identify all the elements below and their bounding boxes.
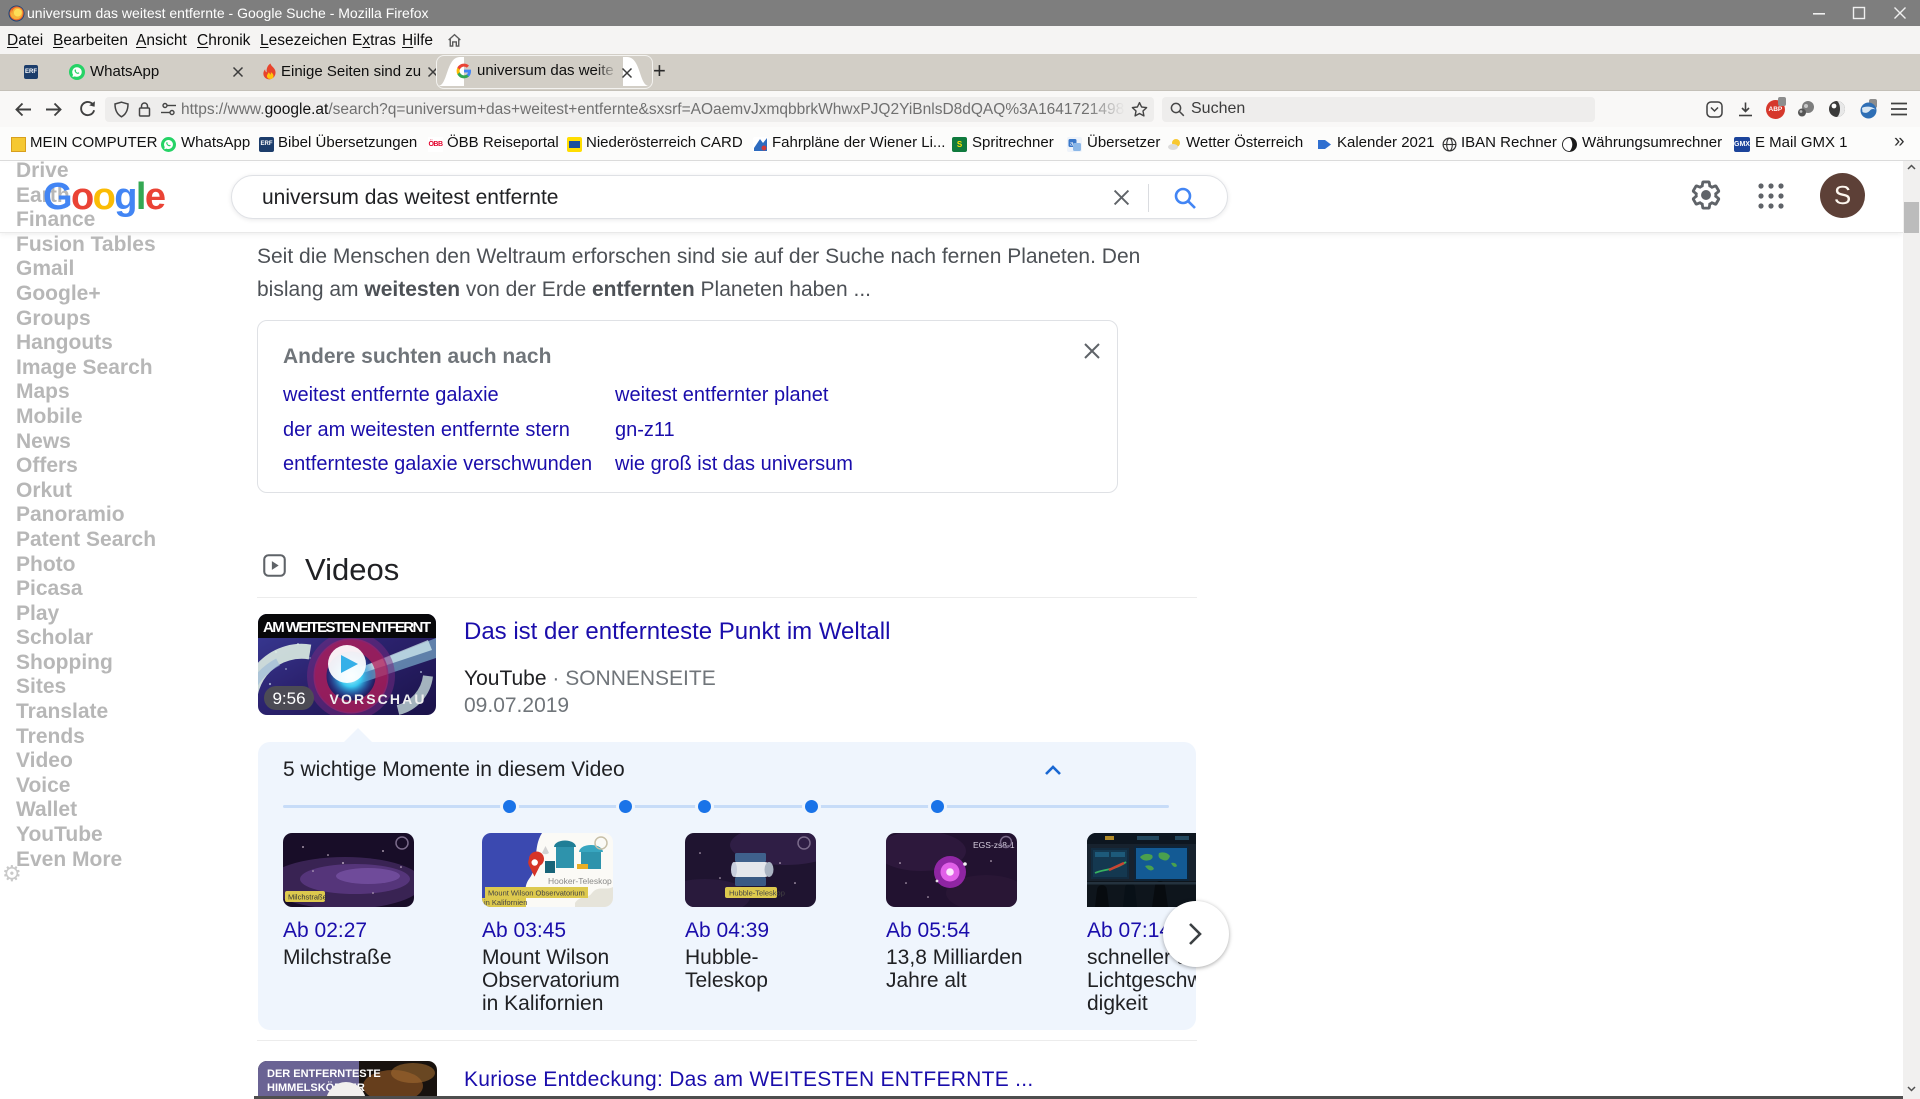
svg-text:in Kalifornien: in Kalifornien xyxy=(484,898,527,907)
svg-text:AM WEITESTEN ENTFERNT: AM WEITESTEN ENTFERNT xyxy=(263,619,431,636)
svg-text:Mount Wilson Observatorium: Mount Wilson Observatorium xyxy=(488,889,585,898)
svg-text:9:56: 9:56 xyxy=(272,689,305,708)
svg-text:DER ENTFERNTESTE: DER ENTFERNTESTE xyxy=(267,1068,381,1080)
svg-text:EGS-zs8-1: EGS-zs8-1 xyxy=(973,840,1015,850)
svg-text:Hooker-Teleskop: Hooker-Teleskop xyxy=(548,876,612,886)
svg-text:VORSCHAU: VORSCHAU xyxy=(330,691,425,707)
svg-text:Hubble-Teleskop: Hubble-Teleskop xyxy=(729,889,785,898)
svg-text:Milchstraße: Milchstraße xyxy=(288,893,327,902)
